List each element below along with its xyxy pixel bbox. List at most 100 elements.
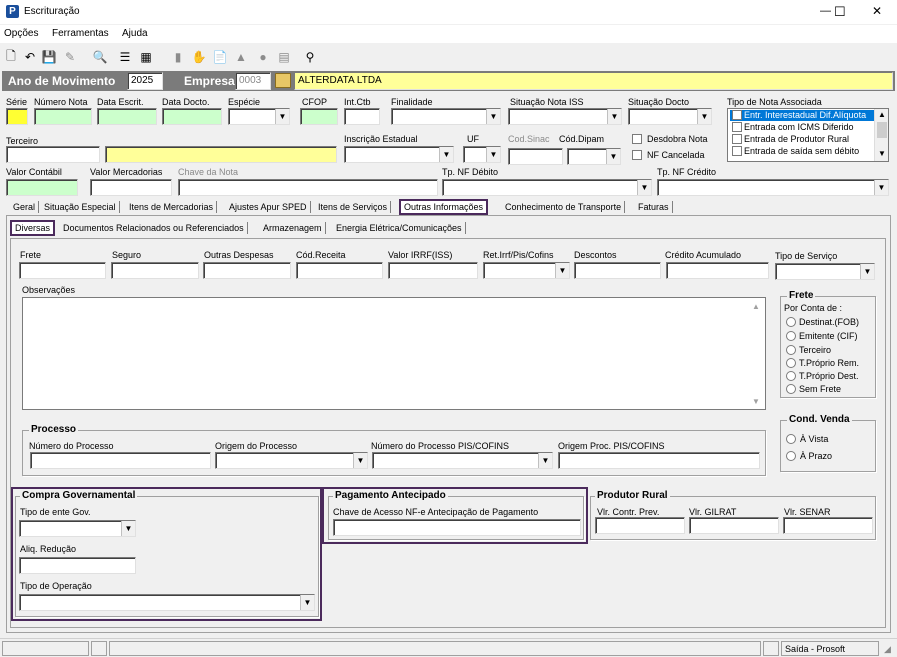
scrollbar[interactable]: ▲ ▼ (874, 109, 888, 161)
minimize-button[interactable]: — (820, 5, 831, 17)
tab-itens-mercadorias[interactable]: Itens de Mercadorias (126, 201, 218, 213)
radio-destinat[interactable] (786, 317, 796, 327)
situacao-docto-select[interactable]: ▼ (628, 108, 712, 125)
chave-nota-input[interactable] (178, 179, 438, 196)
seguro-input[interactable] (111, 262, 199, 279)
uf-select[interactable]: ▼ (463, 146, 501, 163)
bookmark-icon[interactable]: ▮ (170, 49, 186, 65)
nf-cancelada-checkbox[interactable] (632, 150, 642, 160)
tp-nf-credito-select[interactable]: ▼ (657, 179, 889, 196)
desdobra-nota-checkbox[interactable] (632, 134, 642, 144)
origem-processo-select[interactable]: ▼ (215, 452, 368, 469)
valor-irrf-input[interactable] (388, 262, 478, 279)
tipo-servico-select[interactable]: ▼ (775, 263, 875, 280)
tab-outras-informacoes[interactable]: Outras Informações (399, 199, 489, 215)
numero-processo-input[interactable] (30, 452, 211, 469)
ret-irrf-select[interactable]: ▼ (483, 262, 570, 279)
aliq-reducao-input[interactable] (19, 557, 136, 574)
menu-ferramentas[interactable]: Ferramentas (52, 28, 109, 39)
scroll-down-icon[interactable]: ▼ (752, 397, 760, 406)
numero-nota-input[interactable] (34, 108, 92, 125)
menu-opcoes[interactable]: Opções (4, 28, 38, 39)
close-button[interactable]: ✕ (872, 4, 882, 18)
observacoes-textarea[interactable]: ▲ ▼ (22, 297, 766, 410)
subtab-documentos-relacionados[interactable]: Documentos Relacionados ou Referenciados (60, 222, 248, 234)
tab-conhecimento-transporte[interactable]: Conhecimento de Transporte (502, 201, 626, 213)
valor-contabil-input[interactable] (6, 179, 78, 196)
serie-input[interactable] (6, 108, 28, 125)
situacao-nota-iss-select[interactable]: ▼ (508, 108, 622, 125)
vlr-senar-input[interactable] (783, 517, 873, 534)
tab-faturas[interactable]: Faturas (635, 201, 673, 213)
cfop-input[interactable] (300, 108, 338, 125)
brush-icon[interactable]: ✎ (62, 49, 78, 65)
subtab-armazenagem[interactable]: Armazenagem (260, 222, 326, 234)
list-item-checkbox[interactable] (732, 110, 742, 120)
save-icon[interactable]: 💾 (41, 49, 57, 65)
scroll-thumb[interactable] (877, 122, 887, 138)
scroll-up-icon[interactable]: ▲ (878, 110, 886, 119)
tipo-ente-select[interactable]: ▼ (19, 520, 136, 537)
hand-icon[interactable]: ✋ (191, 49, 207, 65)
chave-acesso-input[interactable] (333, 519, 581, 536)
grid-icon[interactable]: ▤ (276, 49, 292, 65)
radio-tproprio-dest[interactable] (786, 371, 796, 381)
preview-icon[interactable]: 🔍 (92, 49, 108, 65)
tipo-nota-list[interactable]: Entr. Interestadual Dif.Alíquota Entrada… (727, 108, 889, 162)
terceiro-code-input[interactable] (6, 146, 100, 163)
tp-nf-debito-select[interactable]: ▼ (442, 179, 652, 196)
outras-despesas-input[interactable] (203, 262, 291, 279)
pin-icon[interactable]: ⚲ (302, 49, 318, 65)
data-escrit-input[interactable] (97, 108, 157, 125)
tipo-operacao-select[interactable]: ▼ (19, 594, 315, 611)
scroll-up-icon[interactable]: ▲ (752, 302, 760, 311)
maximize-button[interactable]: ☐ (834, 4, 846, 20)
radio-tproprio-rem[interactable] (786, 358, 796, 368)
cod-receita-input[interactable] (296, 262, 383, 279)
radio-sem-frete[interactable] (786, 384, 796, 394)
tab-itens-servicos[interactable]: Itens de Serviços (315, 201, 392, 213)
subtab-energia-eletrica[interactable]: Energia Elétrica/Comunicações (333, 222, 466, 234)
descontos-input[interactable] (574, 262, 661, 279)
resize-grip-icon[interactable]: ◢ (884, 644, 891, 655)
document-icon[interactable]: 📄 (212, 49, 228, 65)
especie-select[interactable]: ▼ (228, 108, 290, 125)
tree-icon[interactable]: ☰ (117, 49, 133, 65)
finalidade-select[interactable]: ▼ (391, 108, 501, 125)
undo-icon[interactable]: ↶ (22, 49, 38, 65)
radio-emitente[interactable] (786, 331, 796, 341)
radio-a-vista[interactable] (786, 434, 796, 444)
tab-situacao-especial[interactable]: Situação Especial (41, 201, 120, 213)
origem-processo-pis-input[interactable] (558, 452, 760, 469)
inscricao-estadual-input[interactable]: ▼ (344, 146, 454, 163)
ano-input[interactable]: 2025 (127, 72, 163, 90)
tab-geral[interactable]: Geral (10, 201, 40, 213)
terceiro-name-input[interactable] (105, 146, 337, 163)
menu-ajuda[interactable]: Ajuda (122, 28, 148, 39)
subtab-diversas[interactable]: Diversas (10, 220, 56, 236)
radio-terceiro[interactable] (786, 345, 796, 355)
calculator-icon[interactable]: ▦ (138, 49, 154, 65)
empresa-code-input[interactable]: 0003 (235, 72, 271, 90)
cod-dipam-select[interactable]: ▼ (567, 148, 621, 165)
int-ctb-input[interactable] (344, 108, 380, 125)
credito-acumulado-input[interactable] (666, 262, 769, 279)
vlr-gilrat-input[interactable] (689, 517, 779, 534)
valor-mercadorias-input[interactable] (90, 179, 172, 196)
vlr-contr-input[interactable] (595, 517, 685, 534)
numero-processo-pis-input[interactable]: ▼ (372, 452, 553, 469)
list-item-checkbox[interactable] (732, 146, 742, 156)
new-icon[interactable]: 🗋 (3, 49, 19, 65)
cib-icon[interactable]: ● (255, 49, 271, 65)
cod-sinac-input[interactable] (508, 148, 563, 165)
frete-input[interactable] (19, 262, 106, 279)
empresa-name-input[interactable]: ALTERDATA LTDA (294, 72, 893, 90)
tab-ajustes-apur-sped[interactable]: Ajustes Apur SPED (226, 201, 311, 213)
car-icon[interactable]: ▲ (233, 49, 249, 65)
list-item-checkbox[interactable] (732, 134, 742, 144)
scroll-down-icon[interactable]: ▼ (878, 149, 886, 158)
data-docto-input[interactable] (162, 108, 222, 125)
list-item-checkbox[interactable] (732, 122, 742, 132)
folder-icon[interactable] (275, 73, 291, 88)
radio-a-prazo[interactable] (786, 451, 796, 461)
